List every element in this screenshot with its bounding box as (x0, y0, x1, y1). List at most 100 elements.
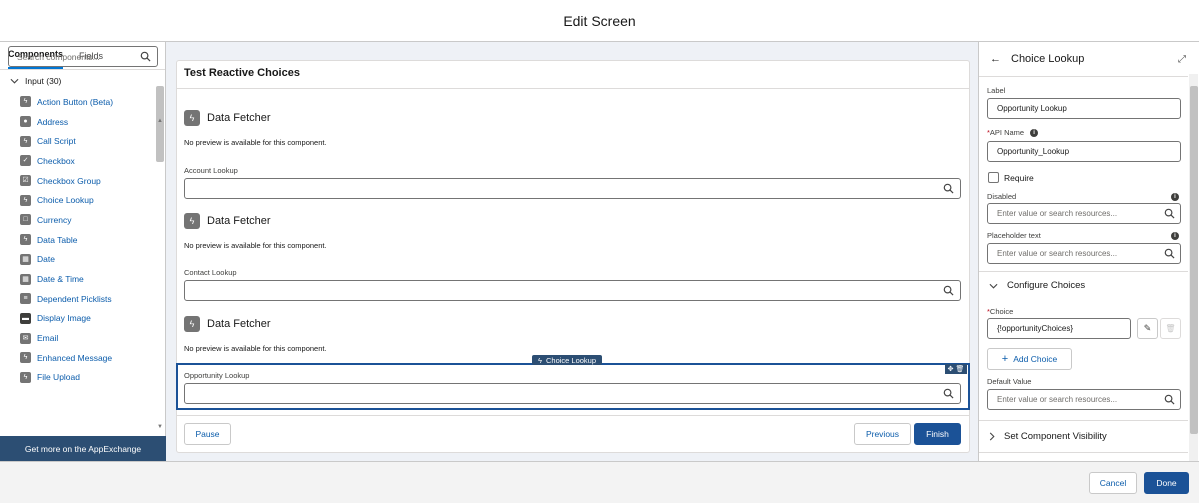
cancel-button[interactable]: Cancel (1089, 472, 1137, 494)
list-item[interactable]: ϟ Call Script (20, 131, 113, 151)
currency-icon: □ (20, 214, 31, 226)
right-scrollbar[interactable] (1190, 86, 1198, 434)
finish-button[interactable]: Finish (914, 423, 961, 445)
field-label: Contact Lookup (184, 268, 237, 277)
info-icon[interactable]: i (1171, 232, 1179, 240)
section-title: Set Component Visibility (1004, 431, 1107, 442)
set-visibility-toggle[interactable]: Set Component Visibility (989, 431, 1107, 442)
scroll-down-icon[interactable]: ▼ (157, 424, 163, 430)
configure-choices-toggle[interactable]: Configure Choices (989, 280, 1085, 291)
input-group-toggle[interactable]: Input (30) (10, 76, 61, 86)
list-item-label: Email (37, 333, 59, 344)
component-actions[interactable]: ✥ 🗑 (945, 364, 967, 374)
list-item-label: File Upload (37, 372, 80, 383)
placeholder-text-input[interactable]: Enter value or search resources... (987, 243, 1181, 264)
search-icon (140, 51, 151, 62)
lightning-icon: ϟ (184, 110, 200, 126)
api-name-input[interactable]: Opportunity_Lookup (987, 141, 1181, 162)
account-lookup-input[interactable] (184, 178, 961, 199)
field-label: Default Value (987, 377, 1032, 386)
field-label: Disabled (987, 192, 1017, 201)
calendar-time-icon: ▦ (20, 273, 31, 285)
api-name-label-row: * API Name i (987, 128, 1039, 137)
field-label: Account Lookup (184, 166, 238, 175)
require-checkbox[interactable] (988, 172, 999, 183)
field-label: Placeholder text (987, 231, 1041, 240)
info-icon[interactable]: i (1030, 128, 1039, 137)
component-title: Data Fetcher (207, 112, 271, 124)
search-icon (1164, 208, 1175, 219)
disabled-input[interactable]: Enter value or search resources... (987, 203, 1181, 224)
chevron-down-icon (989, 283, 998, 289)
choice-input[interactable]: {!opportunityChoices} (987, 318, 1131, 339)
previous-button[interactable]: Previous (854, 423, 911, 445)
default-value-input[interactable]: Enter value or search resources... (987, 389, 1181, 410)
list-item-label: Dependent Picklists (37, 293, 112, 304)
search-icon (943, 183, 954, 194)
back-arrow-icon[interactable]: ← (990, 53, 1001, 65)
list-item-label: Date (37, 254, 55, 265)
email-icon: ✉ (20, 332, 31, 344)
component-search-input[interactable]: Search components... (8, 46, 158, 67)
appexchange-link[interactable]: Get more on the AppExchange (0, 436, 166, 461)
move-icon[interactable]: ✥ (948, 365, 954, 373)
list-item[interactable]: ϟ File Upload (20, 368, 113, 388)
plus-icon: + (1001, 353, 1009, 365)
search-icon (943, 388, 954, 399)
divider (979, 271, 1188, 272)
data-fetcher-component[interactable]: ϟ Data Fetcher (184, 213, 271, 229)
list-item-label: Date & Time (37, 274, 84, 285)
list-item[interactable]: ϟ Choice Lookup (20, 190, 113, 210)
delete-choice-button[interactable]: 🗑 (1160, 318, 1181, 339)
list-item[interactable]: ≡ Dependent Picklists (20, 289, 113, 309)
edit-choice-button[interactable]: ✎ (1137, 318, 1158, 339)
data-fetcher-component[interactable]: ϟ Data Fetcher (184, 110, 271, 126)
pause-button[interactable]: Pause (184, 423, 231, 445)
list-item[interactable]: ● Address (20, 112, 113, 132)
divider (177, 88, 969, 89)
field-label: Opportunity Lookup (184, 371, 250, 380)
contact-lookup-input[interactable] (184, 280, 961, 301)
done-button[interactable]: Done (1144, 472, 1189, 494)
left-scrollbar[interactable] (156, 86, 164, 162)
add-choice-label: Add Choice (1013, 354, 1058, 364)
list-item[interactable]: □ Currency (20, 210, 113, 230)
data-fetcher-component[interactable]: ϟ Data Fetcher (184, 316, 271, 332)
delete-icon[interactable]: 🗑 (955, 365, 964, 373)
image-icon: ▬ (20, 312, 31, 324)
add-choice-button[interactable]: + Add Choice (987, 348, 1072, 370)
list-item[interactable]: ϟ Data Table (20, 230, 113, 250)
list-item[interactable]: ϟ Action Button (Beta) (20, 92, 113, 112)
opportunity-lookup-input[interactable] (184, 383, 961, 404)
list-item-label: Display Image (37, 313, 91, 324)
list-item-label: Data Table (37, 234, 78, 245)
list-item[interactable]: ▦ Date (20, 250, 113, 270)
input-placeholder: Enter value or search resources... (997, 209, 1118, 218)
lightning-icon: ϟ (20, 194, 31, 206)
properties-title: Choice Lookup (1011, 53, 1085, 65)
list-item[interactable]: ☑ Checkbox Group (20, 171, 113, 191)
info-icon[interactable]: i (1171, 193, 1179, 201)
screen-title: Test Reactive Choices (184, 67, 300, 79)
list-item[interactable]: ϟ Enhanced Message (20, 348, 113, 368)
require-label: Require (1004, 173, 1034, 183)
list-item-label: Currency (37, 214, 72, 225)
list-item-label: Checkbox (37, 155, 75, 166)
list-item[interactable]: ▦ Date & Time (20, 269, 113, 289)
properties-header: ← Choice Lookup (990, 53, 1084, 65)
list-item[interactable]: ✉ Email (20, 328, 113, 348)
component-title: Data Fetcher (207, 215, 271, 227)
modal-title: Edit Screen (563, 12, 636, 29)
label-input[interactable]: Opportunity Lookup (987, 98, 1181, 119)
list-item[interactable]: ✓ Checkbox (20, 151, 113, 171)
trash-icon: 🗑 (1165, 324, 1176, 333)
expand-icon[interactable]: ⤢ (1178, 54, 1186, 65)
lightning-icon: ϟ (184, 213, 200, 229)
modal-header: Edit Screen (0, 0, 1199, 42)
field-label: Label (987, 86, 1006, 95)
divider (979, 452, 1188, 453)
list-item[interactable]: ▬ Display Image (20, 309, 113, 329)
scroll-up-icon[interactable]: ▲ (157, 118, 163, 124)
pencil-icon: ✎ (1143, 323, 1152, 333)
list-item-label: Address (37, 116, 69, 127)
